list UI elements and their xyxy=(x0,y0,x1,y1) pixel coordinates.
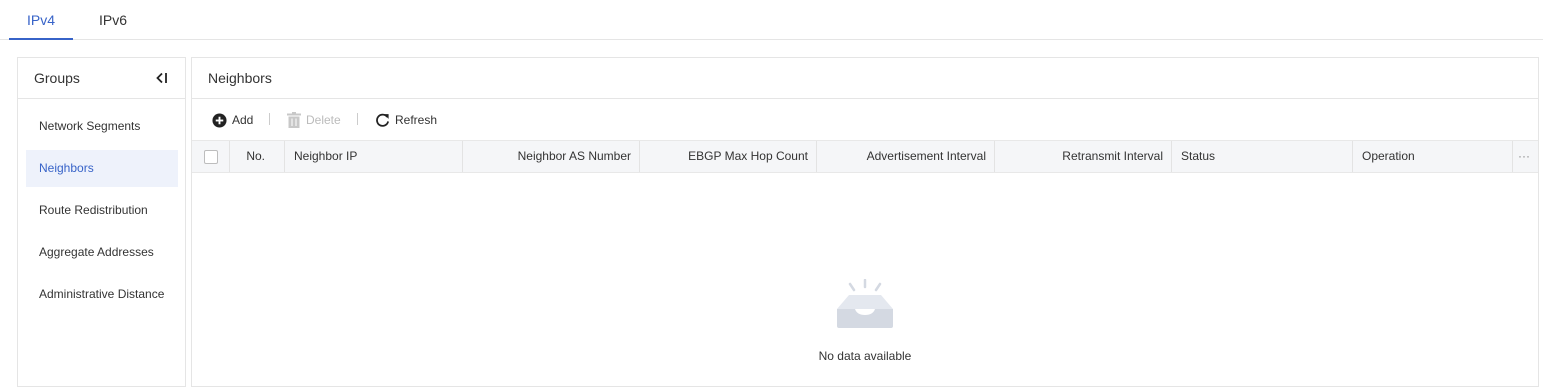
toolbar: Add Delete Refresh xyxy=(192,99,1538,140)
groups-title: Groups xyxy=(34,70,80,86)
column-header-neighbor-as-number[interactable]: Neighbor AS Number xyxy=(463,141,640,172)
refresh-button[interactable]: Refresh xyxy=(375,111,437,129)
toolbar-divider xyxy=(269,113,270,125)
delete-button[interactable]: Delete xyxy=(287,111,341,129)
empty-inbox-icon xyxy=(837,279,893,328)
active-tab-indicator xyxy=(9,38,73,40)
plus-circle-icon xyxy=(212,112,227,128)
groups-panel: Groups Network Segments Neighbors Route … xyxy=(17,57,186,387)
toolbar-divider xyxy=(357,113,358,125)
select-all-checkbox[interactable] xyxy=(204,150,218,164)
column-header-neighbor-ip[interactable]: Neighbor IP xyxy=(285,141,463,172)
ip-version-tabs: IPv4 IPv6 xyxy=(0,0,1543,40)
page-title: Neighbors xyxy=(208,70,272,86)
group-item-network-segments[interactable]: Network Segments xyxy=(26,108,178,145)
column-header-ebgp-max-hop-count[interactable]: EBGP Max Hop Count xyxy=(640,141,817,172)
refresh-label: Refresh xyxy=(395,113,438,127)
column-header-operation[interactable]: Operation xyxy=(1353,141,1513,172)
more-horizontal-icon[interactable]: ··· xyxy=(1518,141,1530,172)
neighbors-header: Neighbors xyxy=(192,58,1538,99)
column-header-retransmit-interval[interactable]: Retransmit Interval xyxy=(995,141,1172,172)
add-button[interactable]: Add xyxy=(212,111,253,129)
groups-header: Groups xyxy=(18,58,185,99)
group-item-administrative-distance[interactable]: Administrative Distance xyxy=(26,276,178,313)
group-item-neighbors[interactable]: Neighbors xyxy=(26,150,178,187)
table-header: No. Neighbor IP Neighbor AS Number EBGP … xyxy=(192,140,1538,173)
column-header-advertisement-interval[interactable]: Advertisement Interval xyxy=(817,141,995,172)
trash-icon xyxy=(287,112,301,128)
refresh-icon xyxy=(376,113,389,127)
collapse-left-icon[interactable] xyxy=(154,70,170,86)
column-header-no[interactable]: No. xyxy=(230,141,285,172)
delete-label: Delete xyxy=(306,113,341,127)
add-label: Add xyxy=(232,113,254,127)
group-item-route-redistribution[interactable]: Route Redistribution xyxy=(26,192,178,229)
empty-state-text: No data available xyxy=(818,349,912,363)
tab-ipv4[interactable]: IPv4 xyxy=(27,0,55,40)
select-all-cell xyxy=(192,141,230,172)
group-item-aggregate-addresses[interactable]: Aggregate Addresses xyxy=(26,234,178,271)
tab-ipv6[interactable]: IPv6 xyxy=(99,0,127,40)
column-header-status[interactable]: Status xyxy=(1172,141,1353,172)
neighbors-panel: Neighbors Add Delete Refresh No. Neighbo… xyxy=(191,57,1539,387)
